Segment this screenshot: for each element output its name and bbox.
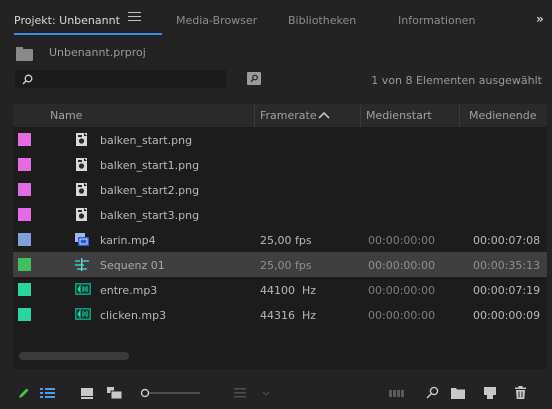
table-row[interactable]: entre.mp3 44100 Hz 00:00:00:00 00:00:07:19 [13, 277, 547, 302]
image-file-icon [75, 133, 89, 146]
sort-ascending-icon [318, 112, 330, 119]
item-name[interactable]: balken_start2.png [100, 184, 199, 197]
item-media-start: 00:00:00:00 [368, 309, 436, 322]
label-color-swatch[interactable] [18, 158, 31, 171]
image-file-icon [75, 183, 89, 196]
item-media-start: 00:00:00:00 [368, 234, 436, 247]
item-framerate: 25,00 fps [260, 259, 312, 272]
selection-status: 1 von 8 Elementen ausgewählt [371, 74, 542, 87]
label-color-swatch[interactable] [18, 308, 31, 321]
item-name[interactable]: entre.mp3 [100, 284, 157, 297]
sort-icons-icon[interactable] [234, 387, 246, 399]
item-framerate: 44316 Hz [260, 309, 317, 322]
pencil-icon[interactable] [18, 387, 30, 399]
sort-dropdown-icon[interactable] [262, 391, 270, 397]
tab-media-browser[interactable]: Media-Browser [176, 14, 257, 27]
list-view-icon[interactable] [40, 387, 55, 399]
list-header: Name Framerate Medienstart Medienende [13, 104, 547, 127]
zoom-slider[interactable] [140, 388, 200, 398]
table-row[interactable]: balken_start3.png [13, 202, 547, 227]
item-name[interactable]: clicken.mp3 [100, 309, 166, 322]
table-row[interactable]: karin.mp4 25,00 fps 00:00:00:00 00:00:07:08 [13, 227, 547, 252]
horizontal-scrollbar[interactable] [19, 352, 129, 360]
item-framerate: 44100 Hz [260, 284, 317, 297]
label-color-swatch[interactable] [18, 208, 31, 221]
image-file-icon [75, 208, 89, 221]
delete-icon[interactable] [515, 386, 526, 399]
column-header-framerate[interactable]: Framerate [260, 109, 317, 122]
table-row[interactable]: Sequenz 01 25,00 fps 00:00:00:00 00:00:35:1… [13, 252, 547, 277]
search-icon [22, 74, 33, 85]
column-header-media-start[interactable]: Medienstart [366, 109, 432, 122]
item-name[interactable]: karin.mp4 [100, 234, 156, 247]
image-file-icon [75, 158, 89, 171]
tab-info[interactable]: Informationen [398, 14, 475, 27]
item-framerate: 25,00 fps [260, 234, 312, 247]
project-folder-icon [16, 47, 33, 61]
table-row[interactable]: balken_start1.png [13, 152, 547, 177]
item-media-end: 00:00:07:19 [473, 284, 541, 297]
column-header-name[interactable]: Name [50, 109, 82, 122]
label-color-swatch[interactable] [18, 183, 31, 196]
label-color-swatch[interactable] [18, 233, 31, 246]
label-color-swatch[interactable] [18, 283, 31, 296]
item-name[interactable]: balken_start3.png [100, 209, 199, 222]
project-file-name: Unbenannt.prproj [49, 46, 146, 59]
tab-project[interactable]: Projekt: Unbenannt [14, 14, 120, 27]
video-file-icon [75, 233, 89, 246]
column-divider [254, 104, 255, 127]
tab-libraries[interactable]: Bibliotheken [288, 14, 356, 27]
audio-file-icon [75, 283, 91, 296]
table-row[interactable]: balken_start2.png [13, 177, 547, 202]
item-media-start: 00:00:00:00 [368, 259, 436, 272]
table-row[interactable]: clicken.mp3 44316 Hz 00:00:00:00 00:00:00:0… [13, 302, 547, 327]
audio-file-icon [75, 308, 91, 321]
column-header-media-end[interactable]: Medienende [469, 109, 537, 122]
active-tab-indicator [14, 33, 162, 35]
column-divider [360, 104, 361, 127]
tab-overflow-icon[interactable]: » [536, 12, 544, 26]
new-item-icon[interactable] [484, 387, 496, 399]
new-bin-icon[interactable] [451, 387, 465, 399]
table-row[interactable]: balken_start.png [13, 127, 547, 152]
panel-tab-bar: Projekt: Unbenannt Media-Browser Bibliot… [0, 0, 552, 40]
item-name[interactable]: Sequenz 01 [100, 259, 165, 272]
icon-view-icon[interactable] [81, 387, 93, 399]
bottom-toolbar [0, 375, 552, 409]
item-name[interactable]: balken_start1.png [100, 159, 199, 172]
search-input[interactable] [15, 70, 226, 88]
item-media-end: 00:00:35:13 [473, 259, 541, 272]
sequence-icon [75, 258, 89, 271]
find-icon[interactable] [426, 386, 439, 399]
automate-to-sequence-icon[interactable] [389, 387, 404, 399]
label-color-swatch[interactable] [18, 258, 31, 271]
item-media-end: 00:00:07:08 [473, 234, 541, 247]
item-media-end: 00:00:00:09 [473, 309, 541, 322]
freeform-view-icon[interactable] [107, 387, 122, 399]
panel-menu-icon[interactable] [128, 12, 141, 24]
label-color-swatch[interactable] [18, 133, 31, 146]
item-media-start: 00:00:00:00 [368, 284, 436, 297]
column-divider [459, 104, 460, 127]
item-name[interactable]: balken_start.png [100, 134, 192, 147]
project-item-list: Name Framerate Medienstart Medienende ba… [13, 104, 547, 369]
find-in-bin-icon[interactable] [247, 72, 261, 85]
